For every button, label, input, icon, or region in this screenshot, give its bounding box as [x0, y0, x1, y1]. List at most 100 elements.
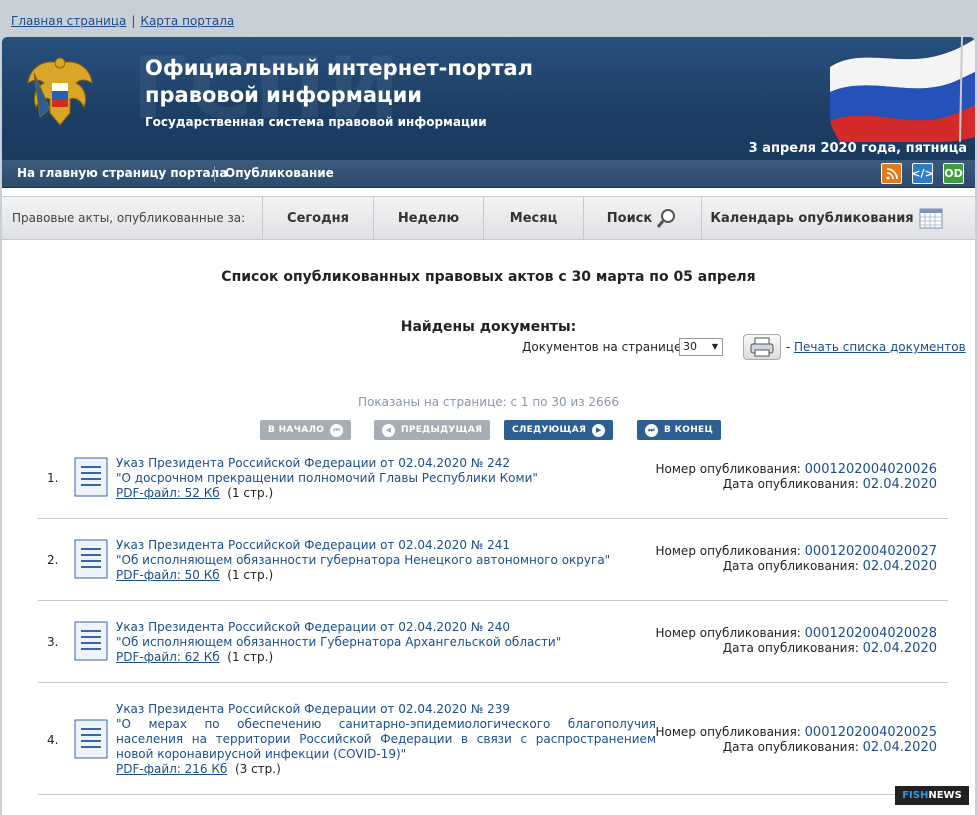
publication-date[interactable]: 02.04.2020 — [863, 477, 937, 492]
document-item: 2. Указ Президента Российской Федерации … — [38, 519, 948, 601]
portal-header: ГСПИ Официальный интернет-портал правово… — [2, 37, 975, 160]
tab-search-label: Поиск — [606, 210, 653, 226]
document-title: Указ Президента Российской Федерации от … — [116, 456, 510, 470]
document-icon[interactable] — [73, 719, 109, 759]
calendar-icon — [919, 208, 943, 229]
page-count: (1 стр.) — [227, 486, 274, 500]
document-title: Указ Президента Российской Федерации от … — [116, 702, 510, 716]
page-count: (1 стр.) — [227, 568, 274, 582]
eagle-emblem-icon — [27, 57, 93, 126]
skip-forward-icon: ⏭ — [645, 423, 658, 437]
pdf-link[interactable]: PDF-файл: 216 Кб — [116, 762, 227, 776]
pager-next-button[interactable]: СЛЕДУЮЩАЯ ▶ — [504, 420, 614, 440]
pdf-line: PDF-файл: 216 Кб (3 стр.) — [116, 762, 281, 776]
pdf-line: PDF-файл: 50 Кб (1 стр.) — [116, 568, 273, 582]
print-dash: - — [786, 340, 791, 354]
arrow-left-icon: ◀ — [382, 423, 395, 437]
code-icon[interactable]: </> — [911, 163, 934, 184]
nav-home-link[interactable]: На главную страницу портала — [17, 166, 227, 180]
pdf-link[interactable]: PDF-файл: 50 Кб — [116, 568, 220, 582]
nav-divider — [214, 166, 215, 182]
document-item: 1. Указ Президента Российской Федерации … — [38, 453, 948, 519]
printer-icon — [750, 337, 774, 357]
per-page-value: 30 — [683, 340, 697, 353]
document-title-link[interactable]: Указ Президента Российской Федерации от … — [116, 456, 656, 486]
pdf-line: PDF-файл: 62 Кб (1 стр.) — [116, 650, 273, 664]
current-date: 3 апреля 2020 года, пятница — [748, 141, 967, 156]
publication-number[interactable]: 0001202004020028 — [805, 626, 937, 641]
open-data-icon[interactable]: OD — [943, 163, 964, 184]
publication-number-label: Номер опубликования: — [655, 626, 801, 640]
publication-date-label: Дата опубликования: — [722, 559, 859, 573]
print-list-link[interactable]: Печать списка документов — [794, 340, 966, 354]
portal-map-link[interactable]: Карта портала — [140, 14, 234, 28]
document-description: "О досрочном прекращении полномочий Глав… — [116, 471, 538, 485]
page-count: (1 стр.) — [227, 650, 274, 664]
top-links: Главная страница | Карта портала — [11, 14, 234, 28]
list-title: Список опубликованных правовых актов с 3… — [221, 269, 756, 285]
pager-prev-button[interactable]: ◀ ПРЕДЫДУЩАЯ — [374, 420, 491, 440]
home-link[interactable]: Главная страница — [11, 14, 126, 28]
document-icon[interactable] — [73, 621, 109, 661]
document-icon[interactable] — [73, 539, 109, 579]
publication-meta: Номер опубликования: 0001202004020026 Да… — [656, 462, 937, 492]
tab-month[interactable]: Месяц — [483, 197, 583, 239]
skip-back-icon: ⏮ — [330, 423, 344, 437]
badge-part-2: NEWS — [928, 790, 962, 801]
pager-first-button[interactable]: В НАЧАЛО ⏮ — [260, 420, 352, 440]
document-title-link[interactable]: Указ Президента Российской Федерации от … — [116, 538, 656, 568]
publication-number[interactable]: 0001202004020026 — [805, 462, 937, 477]
publication-date[interactable]: 02.04.2020 — [863, 559, 937, 574]
main-nav: На главную страницу портала Опубликовани… — [2, 160, 975, 188]
tab-search[interactable]: Поиск — [583, 197, 701, 239]
publication-number[interactable]: 0001202004020027 — [805, 544, 937, 559]
pdf-link[interactable]: PDF-файл: 62 Кб — [116, 650, 220, 664]
russian-flag-icon — [830, 37, 975, 142]
portal-frame: ГСПИ Официальный интернет-портал правово… — [2, 37, 975, 815]
nav-publication-link[interactable]: Опубликование — [225, 166, 334, 180]
tab-today-label: Сегодня — [287, 210, 349, 226]
publication-meta: Номер опубликования: 0001202004020025 Да… — [656, 725, 937, 755]
site-subtitle: Государственная система правовой информа… — [145, 115, 487, 129]
tab-today[interactable]: Сегодня — [262, 197, 373, 239]
document-icon[interactable] — [73, 457, 109, 497]
site-title: Официальный интернет-портал правовой инф… — [145, 56, 534, 107]
document-number: 4. — [47, 733, 59, 747]
tab-calendar[interactable]: Календарь опубликования — [701, 197, 951, 239]
chevron-down-icon: ▼ — [711, 342, 718, 351]
pager-last-button[interactable]: ⏭ В КОНЕЦ — [637, 420, 722, 440]
publication-number[interactable]: 0001202004020025 — [805, 725, 937, 740]
pager-last-label: В КОНЕЦ — [664, 425, 714, 435]
pager-prev-label: ПРЕДЫДУЩАЯ — [401, 425, 483, 435]
fishnews-badge: FISH NEWS — [895, 786, 969, 805]
document-title-link[interactable]: Указ Президента Российской Федерации от … — [116, 702, 656, 762]
publication-number-label: Номер опубликования: — [655, 725, 801, 739]
per-page-label: Документов на странице: — [522, 340, 686, 354]
publication-date[interactable]: 02.04.2020 — [863, 740, 937, 755]
tab-month-label: Месяц — [509, 210, 558, 226]
publication-period-bar: Правовые акты, опубликованные за: Сегодн… — [2, 196, 975, 240]
pager-next-label: СЛЕДУЮЩАЯ — [512, 425, 587, 435]
document-description: "Об исполняющем обязанности губернатора … — [116, 553, 611, 567]
tab-week-label: Неделю — [397, 210, 460, 226]
shown-range: Показаны на странице: с 1 по 30 из 2666 — [358, 395, 619, 409]
document-title-link[interactable]: Указ Президента Российской Федерации от … — [116, 620, 656, 650]
document-number: 3. — [47, 635, 59, 649]
document-number: 2. — [47, 553, 59, 567]
document-description: "Об исполняющем обязанности Губернатора … — [116, 635, 562, 649]
document-title: Указ Президента Российской Федерации от … — [116, 620, 510, 634]
publication-date[interactable]: 02.04.2020 — [863, 641, 937, 656]
tab-week[interactable]: Неделю — [373, 197, 483, 239]
print-button[interactable] — [743, 334, 781, 360]
publication-meta: Номер опубликования: 0001202004020028 Да… — [656, 626, 937, 656]
top-links-separator: | — [131, 14, 136, 28]
document-number: 1. — [47, 471, 59, 485]
period-label: Правовые акты, опубликованные за: — [12, 211, 246, 225]
page-count: (3 стр.) — [234, 762, 281, 776]
badge-part-1: FISH — [902, 790, 929, 801]
rss-icon[interactable] — [881, 163, 902, 184]
publication-date-label: Дата опубликования: — [722, 641, 859, 655]
per-page-select[interactable]: 30 ▼ — [679, 338, 723, 356]
document-title: Указ Президента Российской Федерации от … — [116, 538, 510, 552]
pdf-link[interactable]: PDF-файл: 52 Кб — [116, 486, 220, 500]
